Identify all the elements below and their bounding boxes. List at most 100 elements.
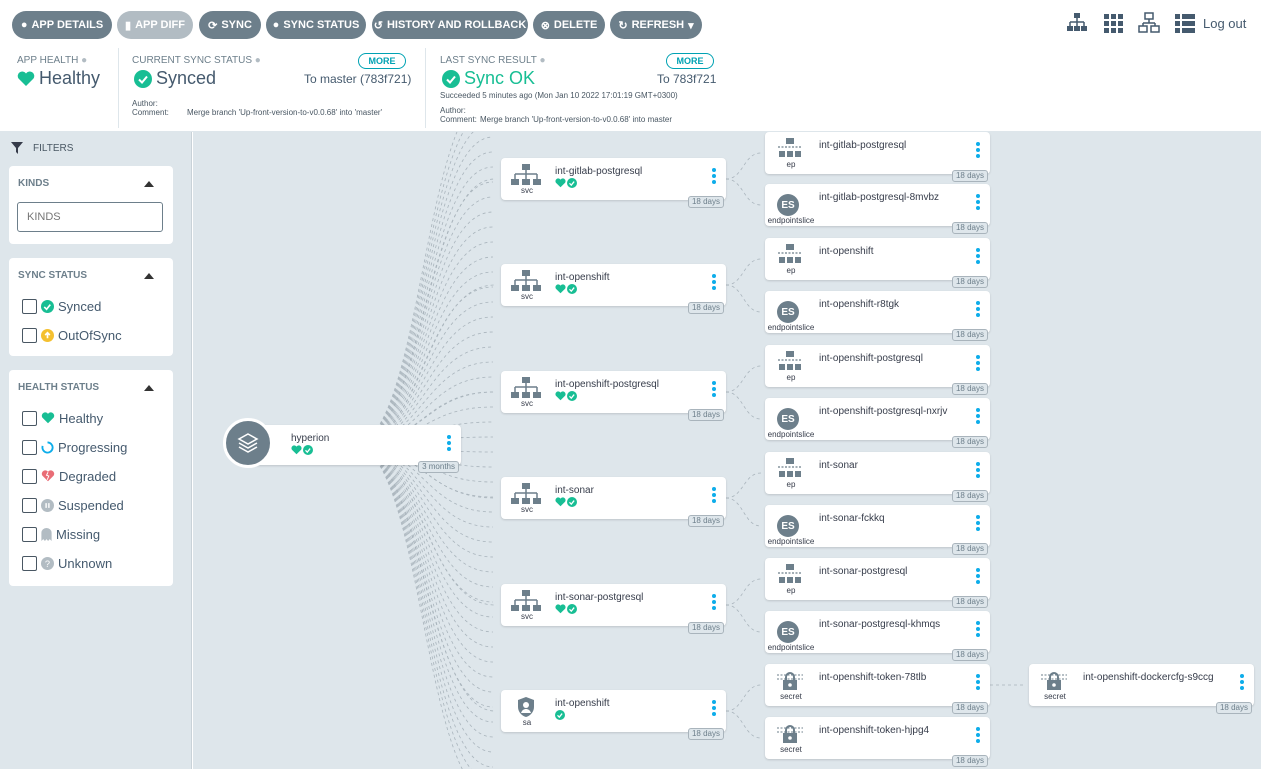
filter-synced[interactable]: Synced — [22, 297, 101, 315]
endpointslice-icon: ES — [777, 301, 799, 323]
checkbox[interactable] — [22, 555, 37, 571]
circle-notch-icon — [41, 440, 54, 454]
resource-node-svc[interactable]: svc int-openshift-postgresql 18 days — [501, 371, 726, 421]
node-name: int-openshift-r8tgk — [819, 299, 900, 310]
node-age: 18 days — [951, 329, 988, 341]
node-menu-icon[interactable] — [976, 142, 980, 160]
node-menu-icon[interactable] — [712, 487, 716, 505]
resource-node-svc[interactable]: svc int-sonar 18 days — [501, 477, 726, 527]
root-app-node[interactable]: hyperion 3 months — [253, 425, 461, 473]
resource-node-secret[interactable]: secret int-openshift-dockercfg-s9ccg 18 da… — [1029, 664, 1254, 714]
resource-node-svc[interactable]: svc int-gitlab-postgresql 18 days — [501, 158, 726, 208]
app-layers-icon — [223, 418, 273, 468]
checkbox[interactable] — [22, 526, 37, 542]
node-kind-label: sa — [522, 718, 532, 727]
filter-progressing[interactable]: Progressing — [22, 438, 127, 456]
graph-edge — [725, 284, 762, 313]
resource-node-sa[interactable]: sa int-openshift 18 days — [501, 690, 726, 740]
node-menu-icon[interactable] — [976, 301, 980, 319]
filter-missing[interactable]: Missing — [22, 525, 100, 543]
resource-node-ep[interactable]: ep int-openshift 18 days — [765, 238, 990, 288]
node-menu-icon[interactable] — [976, 462, 980, 480]
filters-title: FILTERS — [33, 142, 74, 154]
node-menu-icon[interactable] — [976, 194, 980, 212]
network-view-icon[interactable] — [1138, 12, 1160, 34]
heart-icon — [291, 445, 302, 455]
caret-up-icon[interactable] — [144, 273, 154, 279]
node-menu-icon[interactable] — [976, 355, 980, 373]
resource-node-secret[interactable]: secret int-openshift-token-hjpg4 18 days — [765, 717, 990, 767]
node-menu-icon[interactable] — [712, 381, 716, 399]
resource-tree-graph[interactable]: hyperion 3 months svc int-gitlab-postgres… — [193, 132, 1261, 769]
node-menu-icon[interactable] — [712, 274, 716, 292]
resource-node-svc[interactable]: svc int-sonar-postgresql 18 days — [501, 584, 726, 634]
resource-node-svc[interactable]: svc int-openshift 18 days — [501, 264, 726, 314]
sync-button[interactable]: ⟳ SYNC — [199, 11, 261, 39]
checkbox[interactable] — [22, 298, 37, 314]
refresh-button[interactable]: ↻ REFRESH ▾ — [610, 11, 702, 39]
sync-status-button[interactable]: ● SYNC STATUS — [266, 11, 366, 39]
filter-healthy[interactable]: Healthy — [22, 409, 103, 427]
filter-degraded[interactable]: Degraded — [22, 467, 116, 485]
checkbox[interactable] — [22, 497, 37, 513]
resource-node-ep[interactable]: ep int-openshift-postgresql 18 days — [765, 345, 990, 395]
resource-node-endpointslice[interactable]: ES endpointslice int-sonar-postgresql-khmq… — [765, 611, 990, 661]
current-sync-more-button[interactable]: MORE — [358, 53, 406, 69]
checkbox[interactable] — [22, 439, 37, 455]
comment-label: Comment: — [132, 108, 169, 117]
tree-view-icon[interactable] — [1066, 12, 1088, 34]
caret-up-icon[interactable] — [144, 181, 154, 187]
node-name: int-sonar-fckkq — [819, 513, 885, 524]
last-sync-more-button[interactable]: MORE — [666, 53, 714, 69]
graph-edge — [352, 444, 494, 738]
resource-node-ep[interactable]: ep int-sonar 18 days — [765, 452, 990, 502]
resource-node-endpointslice[interactable]: ES endpointslice int-openshift-r8tgk 18 day… — [765, 291, 990, 341]
resource-node-endpointslice[interactable]: ES endpointslice int-gitlab-postgresql-8mv… — [765, 184, 990, 234]
graph-edge — [725, 710, 762, 739]
node-menu-icon[interactable] — [447, 435, 451, 453]
node-menu-icon[interactable] — [976, 727, 980, 745]
graph-edge — [352, 211, 494, 446]
node-kind-label: secret — [1044, 692, 1066, 701]
logout-link[interactable]: Log out — [1203, 16, 1246, 31]
node-menu-icon[interactable] — [712, 700, 716, 718]
toolbar: ● APP DETAILS ▮ APP DIFF ⟳ SYNC ● SYNC STATU… — [0, 0, 1261, 44]
checkbox[interactable] — [22, 327, 37, 343]
node-menu-icon[interactable] — [976, 408, 980, 426]
graph-edge — [725, 365, 762, 393]
help-icon: ● — [539, 55, 546, 66]
node-name: int-gitlab-postgresql — [555, 166, 643, 177]
graph-edge — [725, 391, 762, 420]
node-menu-icon[interactable] — [712, 168, 716, 186]
kinds-input[interactable] — [17, 202, 163, 232]
checkbox[interactable] — [22, 468, 37, 484]
history-rollback-button[interactable]: ↺ HISTORY AND ROLLBACK — [372, 11, 528, 39]
filter-unknown[interactable]: ? Unknown — [22, 554, 112, 572]
resource-node-ep[interactable]: ep int-gitlab-postgresql 18 days — [765, 132, 990, 182]
node-menu-icon[interactable] — [976, 621, 980, 639]
filter-suspended[interactable]: Suspended — [22, 496, 124, 514]
app-diff-button[interactable]: ▮ APP DIFF — [117, 11, 193, 39]
node-menu-icon[interactable] — [976, 568, 980, 586]
filter-outofsync[interactable]: OutOfSync — [22, 326, 122, 344]
delete-button[interactable]: ⊗ DELETE — [533, 11, 605, 39]
service-icon — [511, 270, 541, 292]
node-menu-icon[interactable] — [976, 515, 980, 533]
node-name: int-sonar-postgresql-khmqs — [819, 619, 941, 630]
app-details-button[interactable]: ● APP DETAILS — [12, 11, 112, 39]
resource-node-secret[interactable]: secret int-openshift-token-78tlb 18 days — [765, 664, 990, 714]
caret-up-icon[interactable] — [144, 385, 154, 391]
resource-node-ep[interactable]: ep int-sonar-postgresql 18 days — [765, 558, 990, 608]
node-menu-icon[interactable] — [976, 674, 980, 692]
filter-panel: FILTERS KINDS SYNC STATUS Synced OutOfSy… — [0, 132, 192, 769]
node-menu-icon[interactable] — [712, 594, 716, 612]
pods-view-icon[interactable] — [1103, 12, 1125, 34]
checkbox[interactable] — [22, 410, 37, 426]
list-view-icon[interactable] — [1174, 12, 1196, 34]
resource-node-endpointslice[interactable]: ES endpointslice int-sonar-fckkq 18 days — [765, 505, 990, 555]
node-menu-icon[interactable] — [1240, 674, 1244, 692]
resource-node-endpointslice[interactable]: ES endpointslice int-openshift-postgresql-… — [765, 398, 990, 448]
graph-edge — [352, 132, 458, 446]
help-icon: ● — [254, 55, 261, 66]
node-menu-icon[interactable] — [976, 248, 980, 266]
